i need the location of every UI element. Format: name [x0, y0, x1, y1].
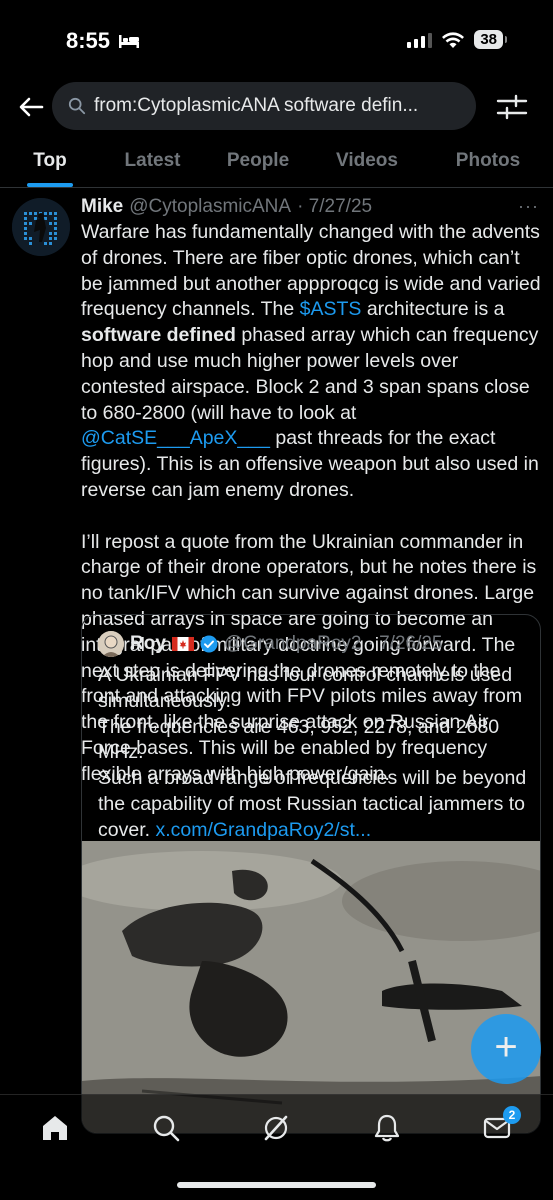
tweet-header: Mike @CytoplasmicANA · 7/27/25	[81, 196, 543, 218]
messages-badge: 2	[503, 1106, 521, 1124]
grok-icon[interactable]	[261, 1113, 291, 1143]
search-icon	[68, 97, 86, 115]
compose-button[interactable]: +	[471, 1014, 541, 1084]
tab-people[interactable]: People	[205, 138, 311, 187]
quoted-tweet-header: Roy @GrandpaRoy2 · 7/26/25	[98, 631, 443, 657]
quoted-tweet-date[interactable]: · 7/26/25	[368, 633, 443, 655]
search-tabs: Top Latest People Videos Photos	[0, 138, 553, 188]
tab-photos[interactable]: Photos	[423, 138, 553, 187]
tab-videos[interactable]: Videos	[311, 138, 423, 187]
quoted-author-name[interactable]: Roy	[130, 633, 166, 655]
home-icon[interactable]	[40, 1113, 70, 1143]
cashtag-link[interactable]: $ASTS	[300, 298, 362, 320]
author-name[interactable]: Mike	[81, 196, 123, 218]
tab-top[interactable]: Top	[0, 138, 100, 187]
more-options-icon[interactable]: ···	[518, 196, 539, 217]
tweet-paragraph-1: Warfare has fundamentally changed with t…	[81, 220, 543, 504]
tweet-text-segment: architecture is a	[361, 298, 505, 321]
filter-sliders-icon[interactable]	[494, 92, 530, 122]
sleep-bed-icon	[119, 35, 140, 48]
author-handle[interactable]: @CytoplasmicANA	[129, 196, 291, 218]
home-indicator	[177, 1182, 376, 1188]
quoted-tweet-text: A Ukrainian FPV has four control channel…	[98, 663, 528, 844]
wifi-icon	[442, 31, 465, 48]
search-input[interactable]: from:CytoplasmicANA software defin...	[52, 82, 476, 130]
status-time-text: 8:55	[66, 28, 111, 53]
quoted-line-2: The frequencies are 463, 952, 2278, and …	[98, 715, 500, 764]
search-header: from:CytoplasmicANA software defin...	[0, 80, 553, 134]
quoted-author-handle[interactable]: @GrandpaRoy2	[224, 633, 362, 655]
avatar[interactable]	[98, 631, 124, 657]
search-query-text: from:CytoplasmicANA software defin...	[94, 95, 419, 116]
bold-highlight: software defined	[81, 324, 236, 347]
quoted-url-link[interactable]: x.com/GrandpaRoy2/st...	[155, 819, 371, 841]
quoted-avatar-image	[98, 631, 124, 657]
search-icon[interactable]	[151, 1113, 181, 1143]
battery-indicator: 38	[474, 30, 507, 49]
drone-photo-image	[82, 841, 540, 1133]
quoted-line-1: A Ukrainian FPV has four control channel…	[98, 664, 513, 712]
status-time: 8:55	[66, 28, 140, 54]
cellular-signal-icon	[407, 32, 433, 48]
verified-badge-icon	[200, 635, 218, 653]
quoted-line-3: Such a broad range of frequencies will b…	[98, 766, 528, 843]
back-arrow-icon[interactable]	[16, 92, 46, 122]
tab-latest[interactable]: Latest	[100, 138, 205, 187]
canada-flag-icon	[171, 637, 194, 651]
notifications-icon[interactable]	[372, 1113, 402, 1143]
mention-link[interactable]: @CatSE___ApeX___	[81, 427, 270, 449]
quoted-tweet-media[interactable]	[82, 841, 540, 1133]
tweet-date[interactable]: · 7/27/25	[297, 196, 372, 218]
avatar[interactable]	[12, 198, 70, 256]
avatar-image	[12, 198, 70, 256]
status-bar: 8:55 38	[0, 0, 553, 80]
